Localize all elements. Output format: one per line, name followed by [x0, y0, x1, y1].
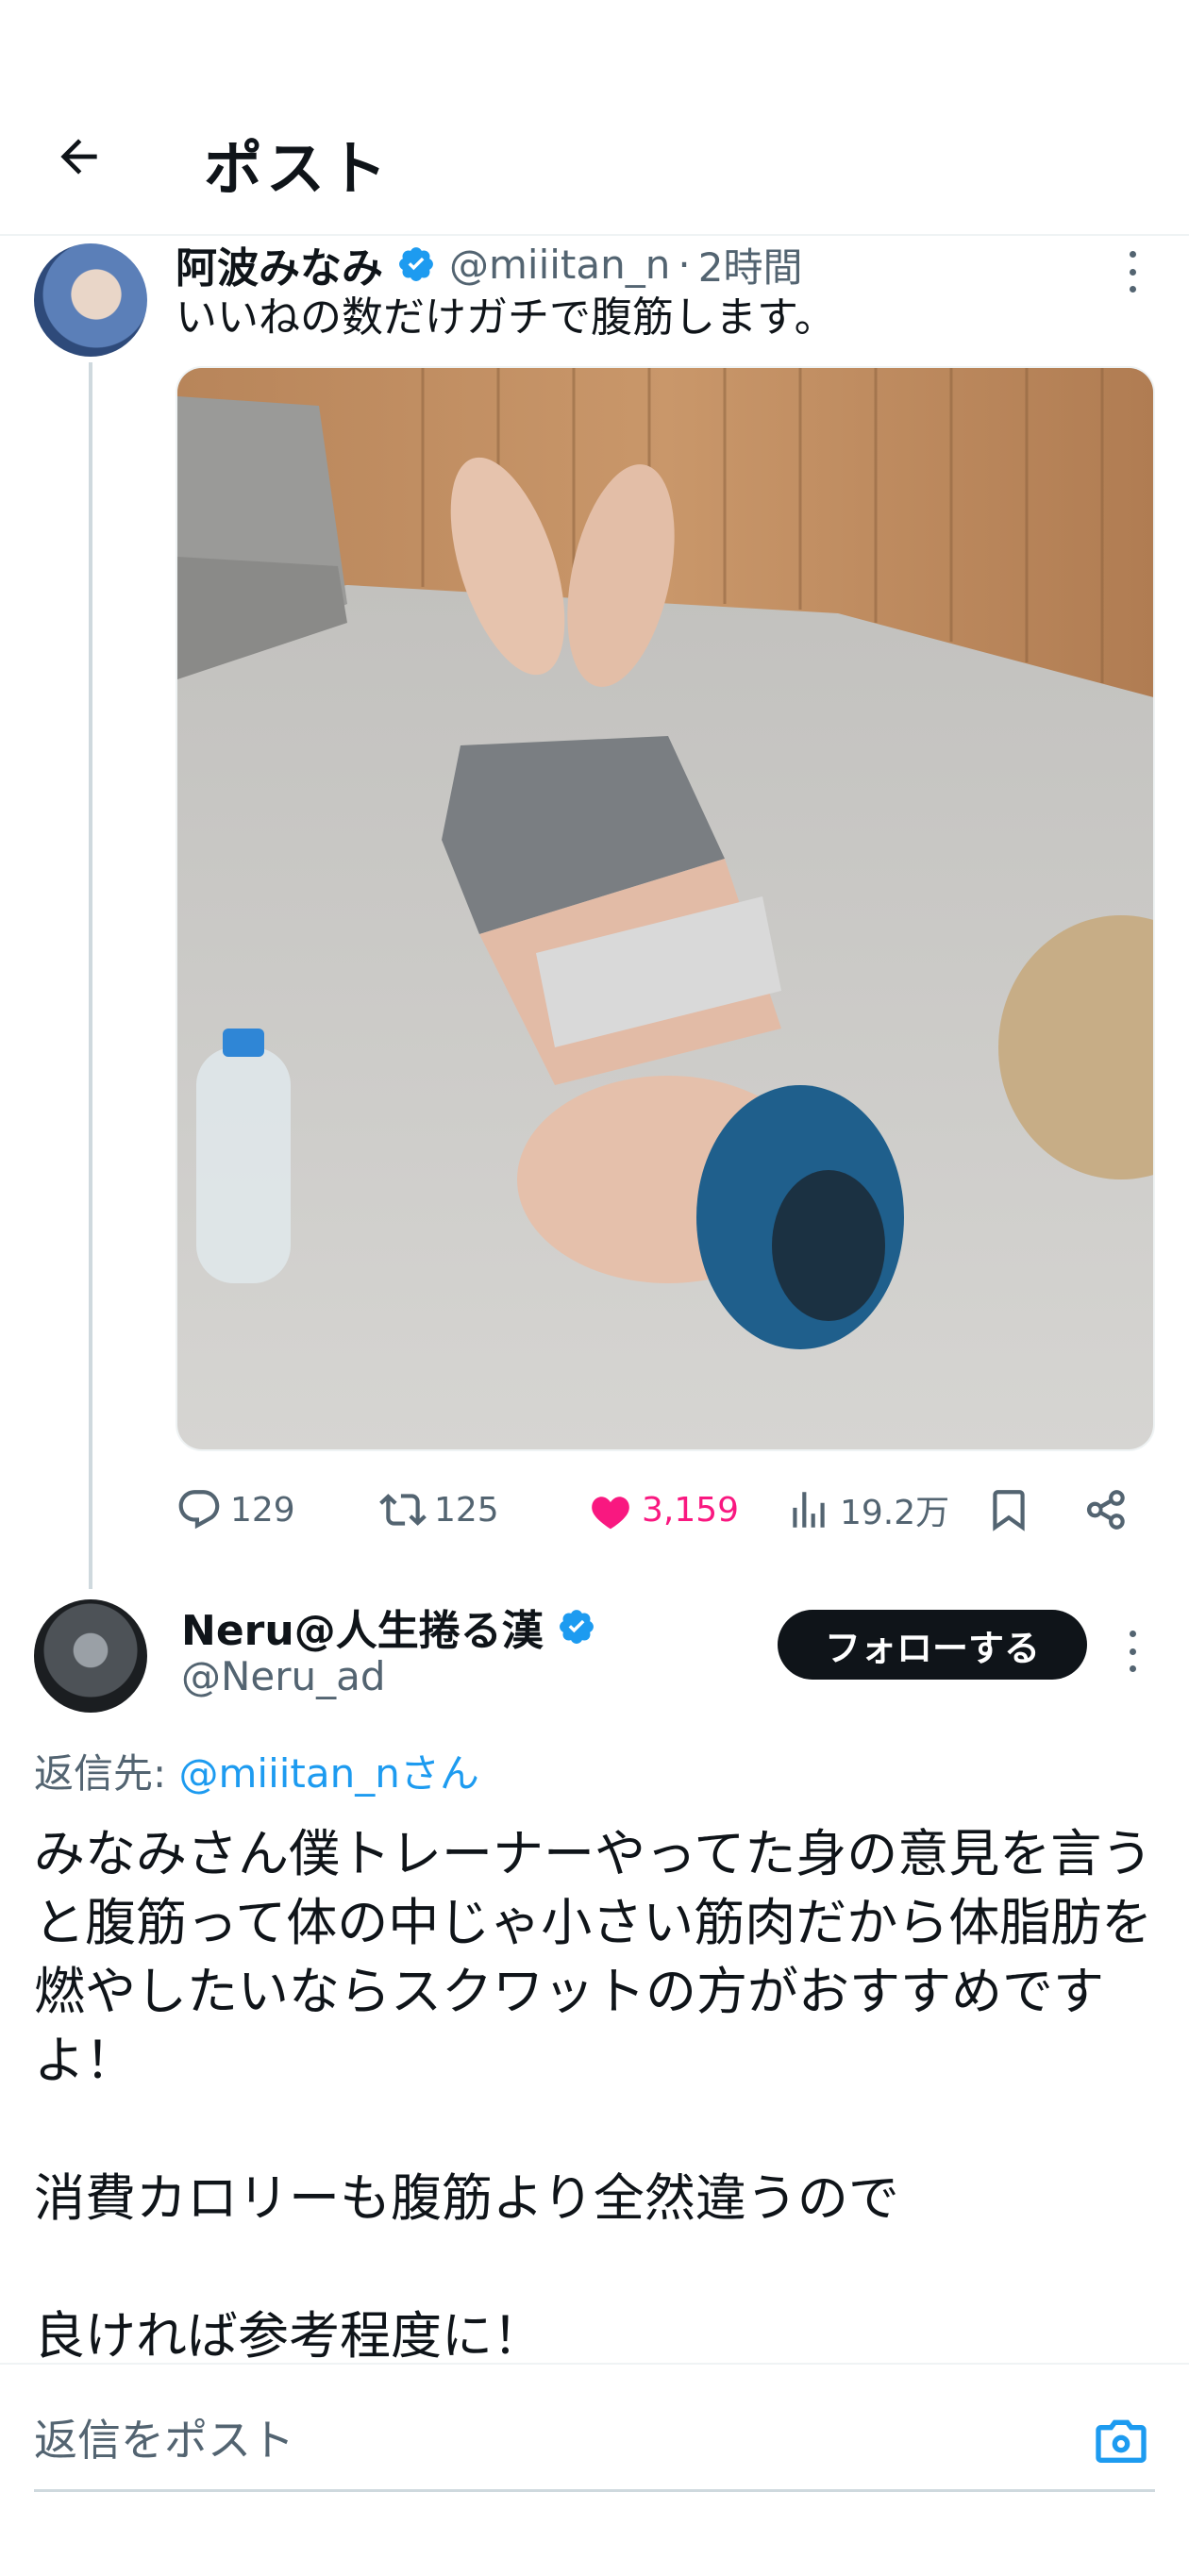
- reply-button[interactable]: 129: [176, 1477, 295, 1543]
- like-count: 3,159: [642, 1490, 740, 1530]
- arrow-left-icon: [60, 139, 97, 175]
- share-button[interactable]: [1083, 1477, 1138, 1543]
- reply-more-options-button[interactable]: [1114, 1623, 1151, 1680]
- reply-author-display-name[interactable]: Neru@人生捲る漢: [181, 1597, 544, 1657]
- back-button[interactable]: [45, 123, 113, 191]
- camera-icon[interactable]: [1091, 2410, 1151, 2470]
- bookmark-icon: [993, 1490, 1025, 1531]
- heart-icon: [592, 1497, 629, 1530]
- tweet-author-row: 阿波みなみ @miiitan_n · 2時間: [176, 234, 802, 294]
- separator-dot: ·: [678, 241, 691, 288]
- verified-badge-icon: [559, 1610, 594, 1644]
- reply-to-mention[interactable]: @miiitan_nさん: [179, 1750, 479, 1797]
- retweet-button[interactable]: 125: [379, 1477, 499, 1543]
- reply-icon: [178, 1490, 220, 1530]
- reply-to-prefix: 返信先:: [34, 1750, 167, 1797]
- tweet-photo[interactable]: [176, 366, 1155, 1451]
- top-bar: ポスト: [0, 0, 1189, 236]
- reply-author-avatar[interactable]: [34, 1599, 147, 1713]
- bookmark-button[interactable]: [985, 1477, 1040, 1543]
- reply-to-line: 返信先: @miiitan_nさん: [34, 1742, 479, 1799]
- author-avatar[interactable]: [34, 243, 147, 357]
- post-time[interactable]: 2時間: [698, 236, 803, 293]
- retweet-icon: [379, 1494, 427, 1526]
- page-title: ポスト: [204, 134, 392, 203]
- author-handle[interactable]: @miiitan_n: [449, 242, 670, 288]
- views-button[interactable]: 19.2万: [785, 1477, 949, 1543]
- like-button[interactable]: 3,159: [587, 1477, 739, 1543]
- views-count: 19.2万: [840, 1494, 950, 1532]
- verified-badge-icon: [399, 247, 433, 281]
- photo-illustration: [177, 368, 1153, 1449]
- analytics-icon: [793, 1492, 825, 1528]
- reply-author-row: Neru@人生捲る漢: [181, 1597, 596, 1657]
- reply-text: みなみさん僕トレーナーやってた身の意見を言うと腹筋って体の中じゃ小さい筋肉だから…: [34, 1824, 1153, 2366]
- thread-connector: [89, 362, 92, 1589]
- follow-button[interactable]: フォローする: [778, 1610, 1087, 1680]
- author-display-name[interactable]: 阿波みなみ: [176, 234, 383, 294]
- tweet-text: いいねの数だけガチで腹筋します。: [176, 293, 836, 342]
- reply-count: 129: [230, 1490, 295, 1530]
- reply-composer: 返信をポスト: [0, 2363, 1189, 2576]
- share-icon: [1086, 1490, 1125, 1530]
- reply-author-handle[interactable]: @Neru_ad: [181, 1653, 386, 1699]
- composer-underline: [34, 2489, 1155, 2492]
- tweet-actions: 129 125 3,159 19.2万: [176, 1477, 1157, 1543]
- retweet-count: 125: [434, 1490, 499, 1530]
- reply-input[interactable]: 返信をポスト: [34, 2406, 294, 2468]
